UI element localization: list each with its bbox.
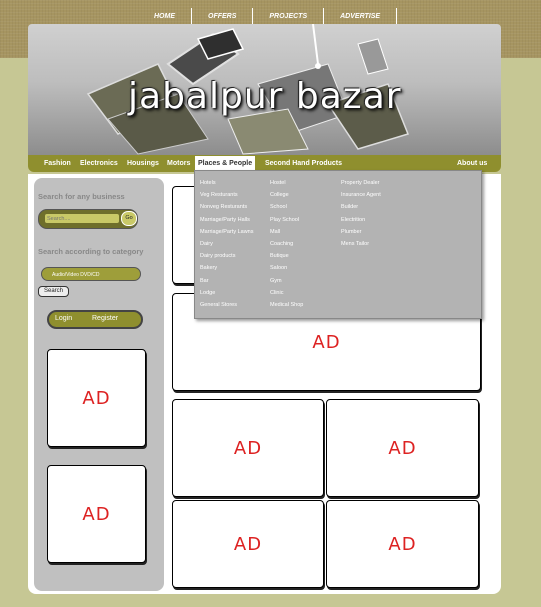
dropdown-item[interactable]: Coaching xyxy=(270,238,303,250)
register-link[interactable]: Register xyxy=(92,315,118,322)
dropdown-item[interactable]: Clinic xyxy=(270,287,303,299)
dropdown-col-2: Hostel College School Play School Mall C… xyxy=(270,177,303,311)
ad-grid-4[interactable]: AD xyxy=(326,500,479,588)
search-button[interactable]: Search xyxy=(38,286,69,297)
dropdown-col-3: Property Dealer Insurance Agent Builder … xyxy=(341,177,381,250)
dropdown-item[interactable]: General Stores xyxy=(200,299,254,311)
dropdown-item[interactable]: School xyxy=(270,201,303,213)
dropdown-item[interactable]: Gym xyxy=(270,275,303,287)
ad-grid-3[interactable]: AD xyxy=(172,500,324,588)
go-button[interactable]: Go xyxy=(121,211,137,226)
dropdown-item[interactable]: Play School xyxy=(270,214,303,226)
dropdown-item[interactable]: Medical Shop xyxy=(270,299,303,311)
search-title: Search for any business xyxy=(38,192,125,201)
dropdown-item[interactable]: Bar xyxy=(200,275,254,287)
dropdown-item[interactable]: Marriage/Party Lawns xyxy=(200,226,254,238)
ad-label: AD xyxy=(233,533,263,555)
dropdown-item[interactable]: Plumber xyxy=(341,226,381,238)
nav-motors[interactable]: Motors xyxy=(167,155,190,172)
ad-label: AD xyxy=(82,503,111,525)
site-logo[interactable]: jabalpur bazar xyxy=(128,76,402,117)
dropdown-item[interactable]: Builder xyxy=(341,201,381,213)
nav-fashion[interactable]: Fashion xyxy=(44,155,71,172)
dropdown-item[interactable]: Electrition xyxy=(341,214,381,226)
nav-electronics[interactable]: Electronics xyxy=(80,155,118,172)
ad-grid-2[interactable]: AD xyxy=(326,399,479,497)
ad-label: AD xyxy=(233,437,263,459)
dropdown-item[interactable]: Butique xyxy=(270,250,303,262)
ad-grid-1[interactable]: AD xyxy=(172,399,324,497)
ad-label: AD xyxy=(388,437,417,459)
dropdown-item[interactable]: Property Dealer xyxy=(341,177,381,189)
category-select[interactable]: Audio/Video DVD/CD xyxy=(41,267,141,281)
ad-label: AD xyxy=(388,533,417,555)
dropdown-item[interactable]: Dairy products xyxy=(200,250,254,262)
login-register-bar: Login Register xyxy=(47,310,143,329)
dropdown-item[interactable]: Veg Resturants xyxy=(200,189,254,201)
dropdown-item[interactable]: Mall xyxy=(270,226,303,238)
ad-label: AD xyxy=(82,387,111,409)
dropdown-item[interactable]: Lodge xyxy=(200,287,254,299)
dropdown-item[interactable]: Bakery xyxy=(200,262,254,274)
dropdown-item[interactable]: Hotels xyxy=(200,177,254,189)
nav-places-people[interactable]: Places & People xyxy=(195,156,256,171)
dropdown-item[interactable]: Insurance Agent xyxy=(341,189,381,201)
dropdown-item[interactable]: Nonveg Resturants xyxy=(200,201,254,213)
ad-label: AD xyxy=(312,331,341,353)
nav-housings[interactable]: Housings xyxy=(127,155,159,172)
header-banner: jabalpur bazar xyxy=(28,24,501,155)
dropdown-item[interactable]: Saloon xyxy=(270,262,303,274)
login-link[interactable]: Login xyxy=(55,315,72,322)
search-input[interactable] xyxy=(45,214,119,223)
places-people-dropdown: Hotels Veg Resturants Nonveg Resturants … xyxy=(194,170,482,319)
dropdown-item[interactable]: Marriage/Party Halls xyxy=(200,214,254,226)
dropdown-item[interactable]: Dairy xyxy=(200,238,254,250)
dropdown-col-1: Hotels Veg Resturants Nonveg Resturants … xyxy=(200,177,254,311)
dropdown-item[interactable]: College xyxy=(270,189,303,201)
dropdown-item[interactable]: Hostel xyxy=(270,177,303,189)
ad-sidebar-2[interactable]: AD xyxy=(47,465,146,563)
category-title: Search according to category xyxy=(38,247,144,256)
dropdown-item[interactable]: Mens Tailor xyxy=(341,238,381,250)
ad-sidebar-1[interactable]: AD xyxy=(47,349,146,447)
